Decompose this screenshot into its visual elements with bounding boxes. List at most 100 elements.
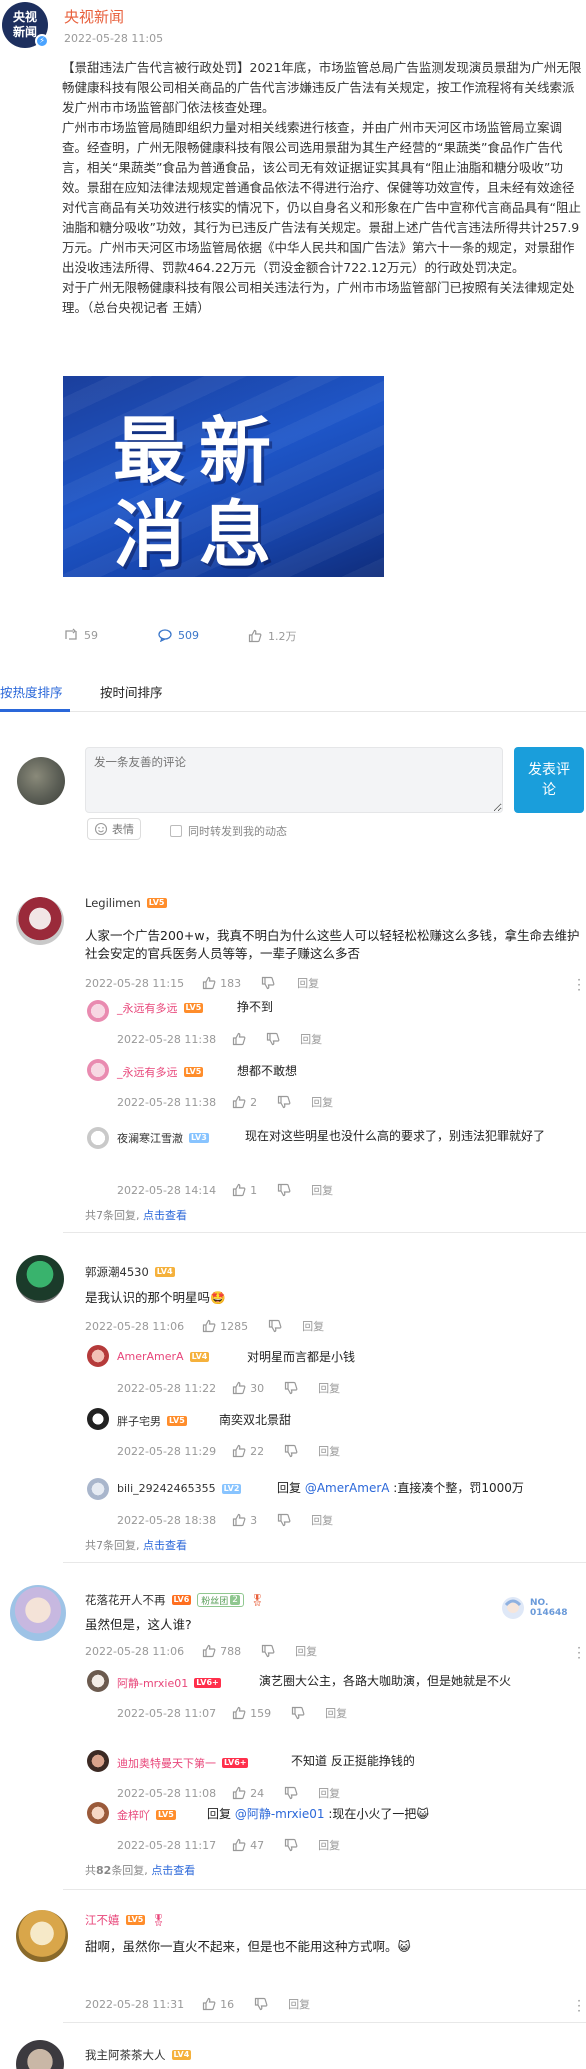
reply-like-button[interactable]: 1 bbox=[232, 1183, 257, 1197]
reply-author-name[interactable]: 夜澜寒江雪澈 LV3 bbox=[117, 1130, 209, 1146]
more-options-icon[interactable]: · · · bbox=[576, 1642, 582, 1664]
reply-avatar[interactable] bbox=[87, 1670, 109, 1692]
reply-reply-button[interactable]: 回复 bbox=[318, 1837, 340, 1853]
comment-like-button[interactable]: 183 bbox=[202, 976, 241, 990]
tab-sort-by-time[interactable]: 按时间排序 bbox=[100, 682, 163, 701]
tab-sort-by-hot[interactable]: 按热度排序 bbox=[0, 682, 63, 701]
reply-avatar[interactable] bbox=[87, 1059, 109, 1081]
thumbs-down-icon bbox=[267, 1032, 280, 1046]
reply-reply-button[interactable]: 回复 bbox=[311, 1182, 333, 1198]
reply-dislike-button[interactable] bbox=[284, 1381, 298, 1395]
reply-dislike-button[interactable] bbox=[277, 1183, 291, 1197]
reply-dislike-button[interactable] bbox=[291, 1706, 305, 1720]
repost-checkbox-row[interactable]: 同时转发到我的动态 bbox=[170, 823, 287, 839]
reply-like-button[interactable]: 22 bbox=[232, 1444, 264, 1458]
comment-like-button[interactable]: 788 bbox=[202, 1644, 241, 1658]
reply-reply-button[interactable]: 回复 bbox=[318, 1380, 340, 1396]
commenter-avatar[interactable] bbox=[16, 1255, 64, 1303]
reply-author-name[interactable]: 金梓吖 LV5 bbox=[117, 1807, 176, 1823]
reply-text: 挣不到 bbox=[237, 1000, 274, 1014]
view-replies-link[interactable]: 点击查看 bbox=[143, 1539, 187, 1552]
reply-author-name[interactable]: 迪加奥特曼天下第一 LV6+ bbox=[117, 1755, 249, 1771]
commenter-name[interactable]: 郭源潮4530 LV4 bbox=[85, 1264, 175, 1280]
comment-dislike-button[interactable] bbox=[261, 976, 275, 990]
more-options-icon[interactable]: · · · bbox=[576, 974, 582, 996]
reply-author-name[interactable]: bili_29242465355 LV2 bbox=[117, 1482, 242, 1495]
comment-like-button[interactable]: 16 bbox=[202, 1997, 234, 2011]
comment-reply-button[interactable]: 回复 bbox=[302, 1318, 324, 1334]
comment-reply-button[interactable]: 回复 bbox=[295, 1643, 317, 1659]
comment-dislike-button[interactable] bbox=[261, 1644, 275, 1658]
commenter-avatar[interactable] bbox=[16, 1910, 68, 1962]
fan-club-badge[interactable]: 粉丝团 2 bbox=[197, 1593, 245, 1607]
comment-reply-button[interactable]: 回复 bbox=[297, 975, 319, 991]
reply-dislike-button[interactable] bbox=[284, 1838, 298, 1852]
commenter-name[interactable]: 我主阿茶茶大人 LV4 bbox=[85, 2047, 192, 2063]
reply-dislike-button[interactable] bbox=[284, 1444, 298, 1458]
commenter-name[interactable]: 江不嬉 LV5 🎖 bbox=[85, 1912, 166, 1928]
comment-button[interactable]: 509 bbox=[158, 628, 199, 642]
comment-like-button[interactable]: 1285 bbox=[202, 1319, 248, 1333]
reply-reply-button[interactable]: 回复 bbox=[311, 1512, 333, 1528]
comment-text: 甜啊，虽然你一直火不起来，但是也不能用这种方式啊。😺 bbox=[85, 1939, 411, 1954]
reply-like-button[interactable]: 24 bbox=[232, 1786, 264, 1800]
reply-mention[interactable]: @阿静-mrxie01 bbox=[235, 1807, 325, 1821]
post-author-name[interactable]: 央视新闻 bbox=[64, 6, 124, 27]
comment-input[interactable] bbox=[85, 747, 503, 813]
reply-author-name-text: _永远有多远 bbox=[117, 1002, 178, 1015]
reply-reply-button[interactable]: 回复 bbox=[318, 1785, 340, 1801]
level-badge: LV4 bbox=[189, 1351, 210, 1362]
reply-like-button[interactable]: 47 bbox=[232, 1838, 264, 1852]
comment-dislike-button[interactable] bbox=[268, 1319, 282, 1333]
reply-reply-button[interactable]: 回复 bbox=[325, 1705, 347, 1721]
more-options-icon[interactable]: · · · bbox=[576, 1995, 582, 2017]
reply-like-button[interactable]: 30 bbox=[232, 1381, 264, 1395]
view-replies-link[interactable]: 点击查看 bbox=[151, 1864, 195, 1877]
reply-like-button[interactable]: 2 bbox=[232, 1095, 257, 1109]
reply-like-button[interactable]: 159 bbox=[232, 1706, 271, 1720]
reply-author-name[interactable]: AmerAmerA LV4 bbox=[117, 1350, 210, 1363]
news-image[interactable]: 最新 消息 bbox=[63, 376, 384, 577]
reply-dislike-button[interactable] bbox=[266, 1032, 280, 1046]
submit-comment-button[interactable]: 发表评论 bbox=[514, 747, 584, 813]
reply-dislike-button[interactable] bbox=[277, 1095, 291, 1109]
emoji-button[interactable]: 表情 bbox=[87, 818, 141, 840]
reply-avatar[interactable] bbox=[87, 1750, 109, 1772]
comment-dislike-button[interactable] bbox=[254, 1997, 268, 2011]
emoji-button-label: 表情 bbox=[112, 823, 134, 836]
reply-avatar[interactable] bbox=[87, 1408, 109, 1430]
reply-meta: 2022-05-28 18:38 3 回复 bbox=[117, 1512, 333, 1528]
reply-like-button[interactable] bbox=[232, 1032, 246, 1046]
reply-meta: 2022-05-28 11:38 回复 bbox=[117, 1031, 322, 1047]
repost-button[interactable]: 59 bbox=[64, 628, 98, 642]
commenter-name[interactable]: Legilimen LV5 bbox=[85, 896, 167, 910]
post-author-avatar[interactable]: 央视 新闻 ⚡ bbox=[2, 2, 49, 48]
reply-time: 2022-05-28 18:38 bbox=[117, 1513, 217, 1527]
like-button[interactable]: 1.2万 bbox=[248, 628, 297, 644]
reply-avatar[interactable] bbox=[87, 1127, 109, 1149]
commenter-avatar[interactable] bbox=[16, 2040, 64, 2069]
thumbs-down-icon bbox=[262, 976, 275, 990]
commenter-name[interactable]: 花落花开人不再 LV6 粉丝团 2 🎖 bbox=[85, 1592, 265, 1608]
reply-mention[interactable]: @AmerAmerA bbox=[305, 1481, 390, 1495]
reply-reply-button[interactable]: 回复 bbox=[318, 1443, 340, 1459]
comment-reply-button[interactable]: 回复 bbox=[288, 1996, 310, 2012]
commenter-avatar[interactable] bbox=[10, 1585, 66, 1641]
reply-reply-button[interactable]: 回复 bbox=[300, 1031, 322, 1047]
reply-avatar[interactable] bbox=[87, 1000, 109, 1022]
view-replies-link[interactable]: 点击查看 bbox=[143, 1209, 187, 1222]
reply-author-name[interactable]: _永远有多远 LV5 bbox=[117, 1064, 204, 1080]
reply-dislike-button[interactable] bbox=[284, 1786, 298, 1800]
commenter-avatar[interactable] bbox=[16, 897, 64, 945]
reply-reply-button[interactable]: 回复 bbox=[311, 1094, 333, 1110]
repost-checkbox[interactable] bbox=[170, 825, 182, 837]
reply-avatar[interactable] bbox=[87, 1478, 109, 1500]
reply-dislike-button[interactable] bbox=[277, 1513, 291, 1527]
reply-author-name[interactable]: 胖子宅男 LV5 bbox=[117, 1413, 187, 1429]
reply-author-name[interactable]: 阿静-mrxie01 LV6+ bbox=[117, 1675, 221, 1691]
reply-avatar[interactable] bbox=[87, 1345, 109, 1367]
reply-avatar[interactable] bbox=[87, 1802, 109, 1824]
reply-author-name[interactable]: _永远有多远 LV5 bbox=[117, 1000, 204, 1016]
collector-card-badge[interactable]: NO. 014648 bbox=[500, 1592, 580, 1624]
reply-like-button[interactable]: 3 bbox=[232, 1513, 257, 1527]
